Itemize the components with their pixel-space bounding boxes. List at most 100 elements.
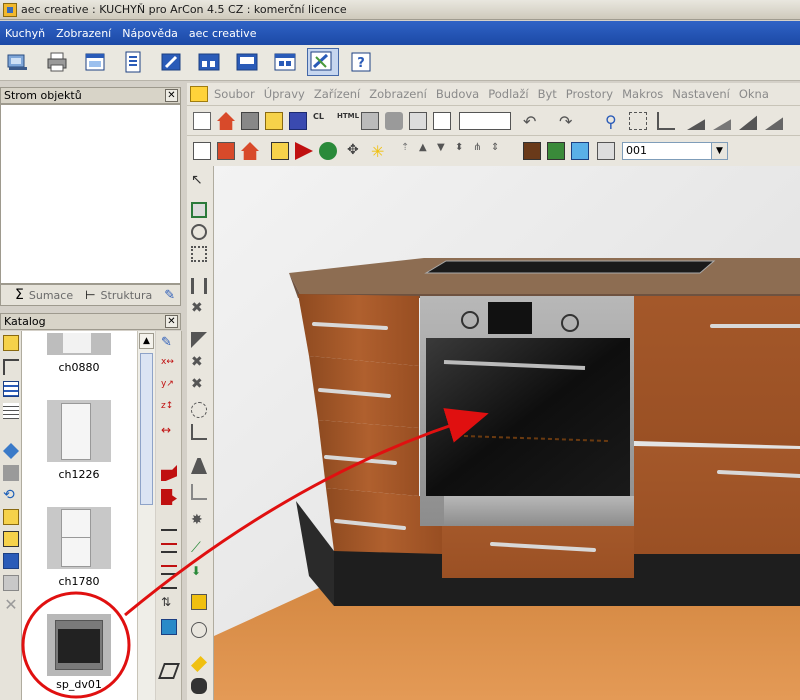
- delete-icon[interactable]: ✕: [3, 597, 19, 613]
- house-3d-icon[interactable]: [241, 142, 259, 160]
- level-select[interactable]: 001 ▼: [622, 142, 728, 160]
- arcon-menu-podlazi[interactable]: Podlaží: [488, 87, 528, 101]
- arcon-menu-byt[interactable]: Byt: [538, 87, 557, 101]
- view-mode-icon[interactable]: [597, 142, 615, 160]
- circle-room-icon[interactable]: [191, 224, 207, 240]
- terrain-icon[interactable]: [765, 117, 783, 130]
- paint-icon[interactable]: [191, 594, 207, 610]
- pencil-icon[interactable]: [158, 50, 184, 74]
- copy-icon[interactable]: [3, 575, 19, 591]
- green-arrow-icon[interactable]: ⬇: [191, 564, 207, 580]
- slope-icon[interactable]: [739, 115, 757, 130]
- kitchen-icon[interactable]: [5, 50, 31, 74]
- stairs-icon[interactable]: [687, 119, 705, 130]
- polygon-room-icon[interactable]: [191, 246, 207, 262]
- catalog-item[interactable]: ch1780: [46, 507, 112, 588]
- menu-kuchyn[interactable]: Kuchyň: [5, 27, 45, 40]
- group-icon[interactable]: [3, 465, 19, 481]
- color-icon[interactable]: [161, 619, 177, 635]
- elevation-icon[interactable]: [196, 50, 222, 74]
- arcon-menu-prostory[interactable]: Prostory: [566, 87, 613, 101]
- texture-icon[interactable]: [191, 622, 207, 638]
- printer-icon[interactable]: [45, 50, 71, 74]
- sun-icon[interactable]: [319, 142, 337, 160]
- roof-icon[interactable]: [713, 119, 731, 130]
- flip-icon[interactable]: ↔: [161, 423, 177, 439]
- corner-icon[interactable]: [191, 332, 207, 348]
- layer-icon[interactable]: [161, 529, 177, 545]
- catalog-item[interactable]: ch0880: [46, 333, 112, 374]
- camera-icon[interactable]: [385, 112, 403, 130]
- tree-view-icon[interactable]: [3, 359, 19, 375]
- export-cl-icon[interactable]: CL: [313, 112, 331, 130]
- person-up-icon[interactable]: [523, 142, 541, 160]
- menu-aec-creative[interactable]: aec creative: [189, 27, 257, 40]
- plan-view-icon[interactable]: [193, 142, 211, 160]
- help-icon[interactable]: ?: [348, 50, 374, 74]
- arcon-icon[interactable]: [307, 48, 339, 76]
- floor-icon[interactable]: [191, 484, 207, 500]
- arcon-menu-makros[interactable]: Makros: [622, 87, 663, 101]
- surface-icon[interactable]: [161, 465, 177, 481]
- list-view-icon[interactable]: [3, 403, 19, 419]
- save-file-icon[interactable]: [289, 112, 307, 130]
- menu-napoveda[interactable]: Nápověda: [122, 27, 178, 40]
- folder-up-icon[interactable]: [3, 335, 19, 351]
- grid-view-icon[interactable]: [3, 381, 19, 397]
- save-icon[interactable]: [3, 553, 19, 569]
- house-grey-icon[interactable]: [241, 112, 259, 130]
- new-folder-icon[interactable]: [3, 509, 19, 525]
- close-icon[interactable]: ✕: [165, 89, 178, 102]
- close-icon[interactable]: ✕: [165, 315, 178, 328]
- chevron-down-icon[interactable]: ▼: [711, 143, 727, 159]
- arcon-menu-zarizeni[interactable]: Zařízení: [314, 87, 360, 101]
- move-down-icon[interactable]: ▼: [437, 142, 455, 160]
- material-icon[interactable]: [161, 489, 177, 505]
- pointer-icon[interactable]: ↖: [191, 172, 207, 188]
- grid-icon[interactable]: [433, 112, 451, 130]
- document-list-icon[interactable]: [120, 50, 146, 74]
- tripod-icon[interactable]: ⋔: [473, 142, 491, 160]
- room-icon[interactable]: [191, 202, 207, 218]
- eraser-icon[interactable]: [158, 663, 180, 679]
- catalog-scrollbar[interactable]: ▲: [137, 331, 155, 700]
- wall-icon[interactable]: [191, 278, 207, 294]
- panel-icon[interactable]: [234, 50, 260, 74]
- person-down-icon[interactable]: [547, 142, 565, 160]
- column-icon[interactable]: [191, 402, 207, 418]
- dialog-icon[interactable]: [272, 50, 298, 74]
- arcon-menu-soubor[interactable]: Soubor: [214, 87, 255, 101]
- arcon-menu-okna[interactable]: Okna: [739, 87, 769, 101]
- scroll-up-icon[interactable]: ▲: [139, 333, 154, 349]
- window-icon[interactable]: [82, 50, 108, 74]
- house-arrow-icon[interactable]: [459, 112, 511, 130]
- zoom-icon[interactable]: ⚲: [605, 112, 623, 131]
- undo-icon[interactable]: ↶: [523, 112, 541, 131]
- copy-view-icon[interactable]: [409, 112, 427, 130]
- object-tree-view[interactable]: [0, 104, 181, 284]
- catalog-item[interactable]: ch1226: [46, 400, 112, 481]
- x-axis-icon[interactable]: x↔: [161, 357, 177, 373]
- scene-viewport[interactable]: [214, 166, 800, 700]
- open-folder-icon[interactable]: [265, 112, 283, 130]
- move-icon[interactable]: [3, 443, 19, 459]
- save-folder-icon[interactable]: [3, 531, 19, 547]
- arcon-menu-nastaveni[interactable]: Nastavení: [672, 87, 730, 101]
- light-icon[interactable]: [295, 142, 313, 160]
- refresh-icon[interactable]: ⟲: [3, 487, 19, 503]
- dropper-icon[interactable]: ⟋: [191, 540, 207, 556]
- pen-icon[interactable]: ✎: [161, 335, 177, 351]
- layer-down-icon[interactable]: [161, 551, 177, 567]
- home-icon[interactable]: [217, 112, 235, 130]
- arcon-menu-zobrazeni[interactable]: Zobrazení: [369, 87, 427, 101]
- walk-icon[interactable]: ✥: [347, 142, 365, 160]
- cube-icon[interactable]: [271, 142, 289, 160]
- dormer-icon[interactable]: ✸: [191, 512, 207, 528]
- menu-zobrazeni[interactable]: Zobrazení: [56, 27, 111, 40]
- camera-height-icon[interactable]: ⇕: [491, 142, 509, 160]
- split-icon[interactable]: ✖: [191, 354, 207, 370]
- light-up-icon[interactable]: ⇡: [401, 142, 419, 160]
- plan-color-icon[interactable]: [217, 142, 235, 160]
- step-icon[interactable]: ⬍: [455, 142, 473, 160]
- stair-icon[interactable]: [191, 458, 207, 474]
